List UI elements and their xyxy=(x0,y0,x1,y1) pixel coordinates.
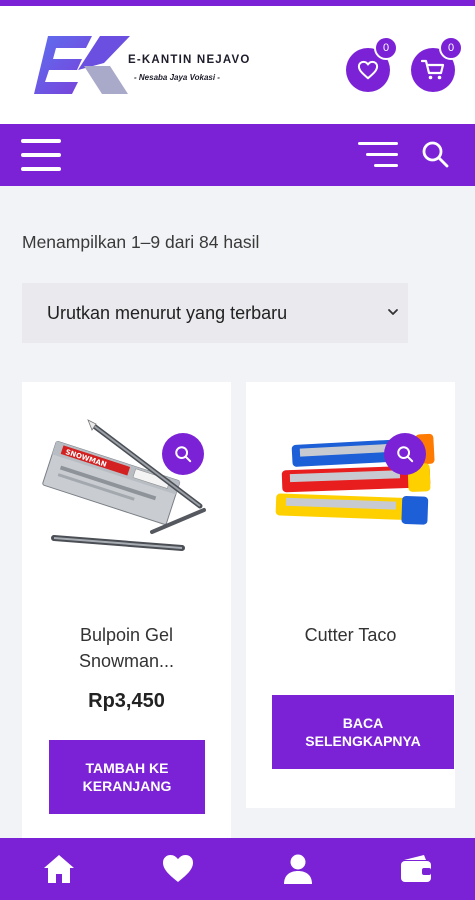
product-card[interactable]: Cutter Taco BACA SELENGKAPNYA xyxy=(246,382,455,808)
user-icon[interactable] xyxy=(280,851,316,887)
home-icon[interactable] xyxy=(41,851,77,887)
results-count: Menampilkan 1–9 dari 84 hasil xyxy=(22,232,260,252)
product-title[interactable]: Cutter Taco xyxy=(246,622,455,648)
search-icon xyxy=(397,446,414,463)
product-title-line: Snowman... xyxy=(78,651,175,671)
product-card[interactable]: SNOWMAN Bulpoin Gel Snowman... Rp3,450 T… xyxy=(22,382,231,838)
site-logo[interactable]: E-KANTIN NEJAVO - Nesaba Jaya Vokasi - xyxy=(34,32,264,102)
wishlist-count-badge: 0 xyxy=(374,36,398,60)
product-image-cutter[interactable] xyxy=(246,382,455,564)
product-image-pen[interactable]: SNOWMAN xyxy=(22,382,231,564)
heart-icon xyxy=(357,60,379,80)
logo-mark-icon xyxy=(34,36,130,94)
add-to-cart-button[interactable]: TAMBAH KE KERANJANG xyxy=(49,740,205,814)
cart-count-badge: 0 xyxy=(439,36,463,60)
cart-icon xyxy=(421,59,445,80)
product-title-line: Bulpoin Gel xyxy=(79,625,174,645)
button-label: TAMBAH KE xyxy=(85,760,169,776)
button-label: SELENGKAPNYA xyxy=(305,733,421,749)
main-navbar xyxy=(0,124,475,186)
search-icon xyxy=(175,446,192,463)
list-menu-icon[interactable] xyxy=(358,142,398,168)
site-header: E-KANTIN NEJAVO - Nesaba Jaya Vokasi - 0… xyxy=(0,6,475,124)
sort-selected-value: Urutkan menurut yang terbaru xyxy=(47,303,288,323)
chevron-down-icon xyxy=(388,309,398,315)
product-title-line: Cutter Taco xyxy=(304,625,397,645)
button-label: BACA xyxy=(342,715,384,731)
quick-view-button[interactable] xyxy=(384,433,426,475)
search-icon[interactable] xyxy=(420,139,450,169)
heart-icon[interactable] xyxy=(160,851,196,887)
brand-name: E-KANTIN NEJAVO xyxy=(128,54,251,66)
brand-tagline: - Nesaba Jaya Vokasi - xyxy=(134,73,220,82)
wishlist-button[interactable]: 0 xyxy=(346,36,398,92)
cart-button[interactable]: 0 xyxy=(411,36,463,92)
hamburger-menu-icon[interactable] xyxy=(21,138,61,172)
sort-select[interactable]: Urutkan menurut yang terbaru xyxy=(22,283,408,343)
bottom-navigation xyxy=(0,838,475,900)
quick-view-button[interactable] xyxy=(162,433,204,475)
button-label: KERANJANG xyxy=(82,778,172,794)
wallet-icon[interactable] xyxy=(398,851,434,887)
product-title[interactable]: Bulpoin Gel Snowman... xyxy=(22,622,231,674)
read-more-button[interactable]: BACA SELENGKAPNYA xyxy=(272,695,454,769)
product-price: Rp3,450 xyxy=(88,690,165,712)
